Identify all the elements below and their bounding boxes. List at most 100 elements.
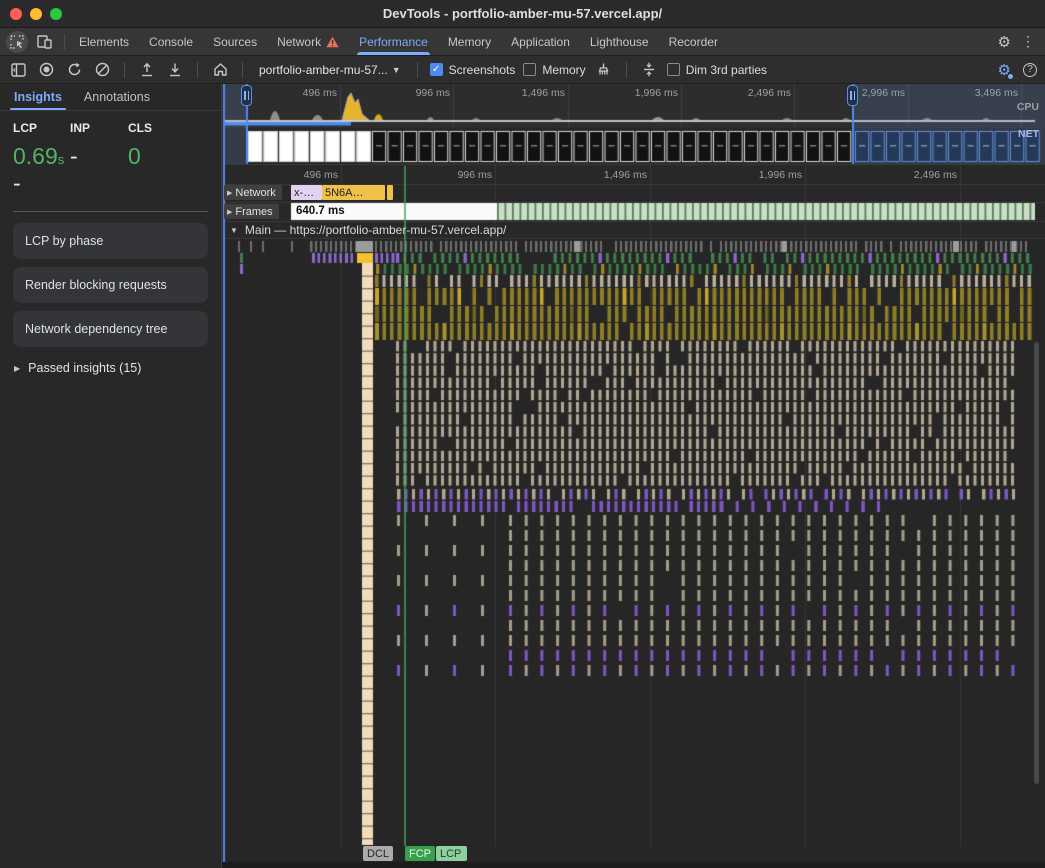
insight-card-0[interactable]: LCP by phase [13,223,208,259]
cpu-track-label: CPU [1017,101,1039,113]
tab-lighthouse[interactable]: Lighthouse [580,28,659,55]
upload-profile-button[interactable] [137,60,157,80]
chevron-right-icon: ▶ [14,364,20,373]
sidebar-tab-annotations[interactable]: Annotations [84,90,150,110]
settings-gear-icon[interactable]: ⚙ [998,33,1011,51]
chevron-down-icon: ▼ [392,65,401,75]
sidebar-divider [13,211,208,212]
device-toolbar-button[interactable] [34,32,54,52]
screenshots-checkbox[interactable]: ✓ [430,63,443,76]
collect-garbage-button[interactable] [594,60,614,80]
tab-console[interactable]: Console [139,28,203,55]
tab-memory[interactable]: Memory [438,28,501,55]
memory-checkbox-row[interactable]: Memory [523,63,585,77]
overview-tick-label: 2,496 ms [748,87,791,99]
tab-application[interactable]: Application [501,28,580,55]
screenshots-label: Screenshots [449,63,516,77]
metric-cls: CLS 0 [128,121,198,197]
clear-button[interactable] [92,60,112,80]
network-request-chip[interactable]: 5N6A… [322,185,385,200]
ruler-tick-label: 2,496 ms [914,169,957,181]
ruler-tick-label: 496 ms [304,169,338,181]
tab-elements[interactable]: Elements [69,28,139,55]
marker-badge-lcp: LCP [436,846,467,861]
overview-tick-label: 3,496 ms [975,87,1018,99]
toggle-sidebar-button[interactable] [8,60,28,80]
dim-3rd-parties-label: Dim 3rd parties [686,63,767,77]
passed-insights-toggle[interactable]: ▶ Passed insights (15) [14,361,221,375]
tab-network[interactable]: Network [267,28,349,55]
reload-icon [67,62,82,77]
more-options-icon[interactable]: ⋮ [1021,33,1035,50]
capture-settings-gear-icon[interactable]: ⚙ [998,61,1011,79]
inspect-element-button[interactable] [6,31,28,53]
download-profile-button[interactable] [165,60,185,80]
main-track-label: Main — https://portfolio-amber-mu-57.ver… [245,223,506,237]
performance-toolbar: portfolio-amber-mu-57... ▼ ✓ Screenshots… [0,56,1045,84]
tab-label: Console [149,35,193,49]
tab-label: Lighthouse [590,35,649,49]
tab-sources[interactable]: Sources [203,28,267,55]
device-toolbar-icon [37,35,52,49]
frame-duration-label: 640.7 ms [296,205,345,217]
tab-performance[interactable]: Performance [349,28,438,55]
network-request-chip[interactable] [387,185,393,200]
network-track-toggle[interactable]: ▶Network [224,185,282,200]
metric-name: LCP [13,121,70,135]
collapse-tracks-button[interactable] [639,60,659,80]
metric-inp: INP - [70,121,128,197]
warning-icon [326,36,339,48]
sidebar-tab-insights[interactable]: Insights [14,90,62,110]
record-button[interactable] [36,60,56,80]
metric-name: INP [70,121,128,135]
network-request-chip[interactable]: x-… [291,185,322,200]
chevron-right-icon: ▶ [227,189,232,197]
overview-tick-label: 996 ms [416,87,450,99]
reload-record-button[interactable] [64,60,84,80]
performance-timeline-panel: 496 ms 996 ms 1,496 ms 1,996 ms 2,496 ms 2,99… [222,84,1045,868]
overview-tick-label: 1,496 ms [522,87,565,99]
garbage-broom-icon [596,62,611,77]
tab-label: Network [277,35,321,49]
main-track-header[interactable]: ▼Main — https://portfolio-amber-mu-57.ve… [230,223,506,237]
insight-card-1[interactable]: Render blocking requests [13,267,208,303]
help-icon[interactable]: ? [1023,63,1037,77]
net-track-label: NET [1018,128,1039,140]
metric-lcp: LCP0.69s - [13,121,70,197]
insights-sidebar: Insights Annotations LCP0.69s -INP -CLS 0 L… [0,84,222,868]
tab-label: Memory [448,35,491,49]
inspect-cursor-icon [10,35,24,49]
collapse-icon [642,62,656,77]
network-track-label: Network [235,187,275,199]
tab-recorder[interactable]: Recorder [659,28,728,55]
memory-label: Memory [542,63,585,77]
tab-label: Performance [359,35,428,49]
window-title: DevTools - portfolio-amber-mu-57.vercel.… [0,6,1045,21]
panel-left-icon [11,63,26,77]
overview-tick-label: 2,996 ms [862,87,905,99]
ruler-tick-label: 1,496 ms [604,169,647,181]
metric-name: CLS [128,121,198,135]
frames-track-toggle[interactable]: ▶Frames [224,204,279,219]
marker-badge-fcp: FCP [405,846,435,861]
dim-3rd-parties-checkbox[interactable] [667,63,680,76]
chevron-right-icon: ▶ [227,208,232,216]
ruler-tick-label: 996 ms [458,169,492,181]
overview-tick-label: 1,996 ms [635,87,678,99]
screenshots-checkbox-row[interactable]: ✓ Screenshots [430,63,516,77]
record-icon [39,62,54,77]
dim-3rd-parties-checkbox-row[interactable]: Dim 3rd parties [667,63,767,77]
performance-flame-chart-canvas[interactable] [222,84,1045,868]
passed-insights-label: Passed insights (15) [28,361,141,375]
tab-label: Elements [79,35,129,49]
memory-checkbox[interactable] [523,63,536,76]
insight-card-2[interactable]: Network dependency tree [13,311,208,347]
tab-label: Sources [213,35,257,49]
tab-label: Application [511,35,570,49]
window-right-handle[interactable] [847,85,858,106]
window-left-handle[interactable] [241,85,252,106]
metric-value: - [70,143,128,170]
live-metrics-home-button[interactable] [210,60,230,80]
page-select[interactable]: portfolio-amber-mu-57... ▼ [255,61,405,79]
metric-value: 0 [128,143,198,170]
